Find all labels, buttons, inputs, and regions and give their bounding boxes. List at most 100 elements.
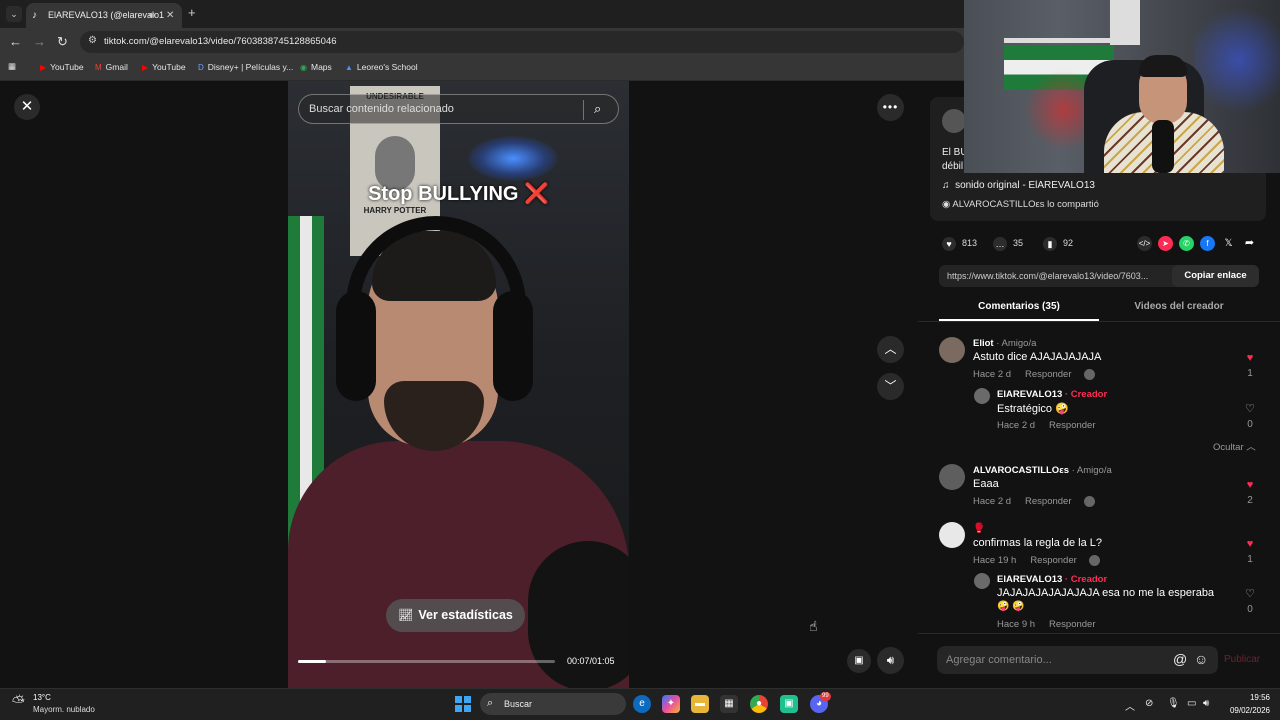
video-player[interactable]: UNDESIRABLE HARRY POTTER Stop BULLYING ❌ [288, 81, 629, 688]
chrome-icon[interactable]: ● [750, 695, 768, 713]
share-icon[interactable]: ➦ [1242, 236, 1257, 251]
speaker-icon[interactable]: 🔊︎ [149, 3, 155, 28]
reply-like-button[interactable]: ♡ 0 [1240, 588, 1260, 616]
copilot-icon[interactable]: ✦ [662, 695, 680, 713]
author-avatar[interactable] [942, 109, 966, 133]
youtube-icon: ▶ [40, 63, 47, 72]
reply-author[interactable]: ElAREVALO13 · Creador [997, 574, 1107, 585]
cam-blue-light [1194, 0, 1280, 120]
bookmark-gmail[interactable]: M Gmail [95, 62, 128, 72]
taskbar-search[interactable]: ⌕ Buscar [480, 693, 626, 715]
search-divider [583, 100, 584, 120]
emoji-icon[interactable]: ☺ [1194, 651, 1208, 667]
video-progress-bar[interactable] [298, 660, 555, 663]
reply-button[interactable]: Responder [1025, 369, 1071, 380]
save-button[interactable]: ▮ 92 [1043, 236, 1073, 251]
next-video-icon[interactable]: ﹀ [877, 373, 904, 400]
blue-lamp [468, 136, 558, 181]
more-options-icon[interactable]: ••• [877, 94, 904, 121]
reply-meta: Hace 9 h Responder [997, 619, 1096, 630]
clock-date[interactable]: 09/02/2026 [1224, 706, 1270, 715]
facebook-icon[interactable]: f [1200, 236, 1215, 251]
related-search-input[interactable]: Buscar contenido relacionado ⌕ [298, 94, 619, 124]
reply-author[interactable]: ElAREVALO13 · Creador [997, 389, 1107, 400]
tray-chevron-icon[interactable]: ︿ [1125, 698, 1135, 713]
tab-list-icon[interactable]: ⌄ [6, 6, 22, 22]
bookmark-disney[interactable]: D Disney+ | Películas y... [198, 62, 293, 72]
address-bar[interactable]: ⚙︎ tiktok.com/@elarevalo13/video/7603838… [80, 31, 964, 53]
bookmark-maps[interactable]: ◉ Maps [300, 62, 332, 72]
comment-author[interactable]: ALVAROCASTILLOεs · Amigo/a [973, 465, 1112, 476]
copy-link-button[interactable]: Copiar enlace [1172, 265, 1259, 287]
tray-network-off-icon[interactable]: ⊘ [1145, 698, 1153, 709]
reply-avatar[interactable] [974, 388, 990, 404]
edge-icon[interactable]: e [633, 695, 651, 713]
mention-icon[interactable]: @ [1173, 651, 1187, 667]
comment-button[interactable]: … 35 [993, 236, 1023, 251]
comment-like-button[interactable]: ♥ 1 [1240, 352, 1260, 380]
volume-icon[interactable]: 🔊︎ [877, 647, 904, 674]
pip-icon[interactable]: ▣ [847, 649, 871, 673]
reply-button[interactable]: Responder [1049, 420, 1095, 431]
weather-cloud-icon[interactable]: ⛅︎ [12, 694, 25, 712]
comment-author[interactable]: Eliot · Amigo/a [973, 338, 1036, 349]
forward-icon[interactable]: → [33, 35, 46, 49]
comment-icon: … [993, 236, 1007, 251]
headphone-right [493, 291, 533, 401]
view-stats-button[interactable]: 📈︎ Ver estadísticas [386, 599, 525, 632]
browser-tab-tiktok[interactable]: ♪ ElAREVALO13 (@elarevalo1 🔊︎ ✕ [26, 3, 182, 28]
commenter-avatar[interactable] [939, 464, 965, 490]
x-icon[interactable]: 𝕏 [1221, 236, 1236, 251]
file-explorer-icon[interactable]: ▬ [691, 695, 709, 713]
previous-video-icon[interactable]: ︿ [877, 336, 904, 363]
reload-icon[interactable]: ↻ [57, 35, 68, 49]
apps-icon[interactable]: ▦ [8, 61, 16, 72]
close-icon[interactable]: ✕ [14, 94, 40, 120]
close-tab-icon[interactable]: ✕ [166, 3, 174, 28]
music-label[interactable]: ♫ sonido original - ElAREVALO13 [942, 180, 1095, 191]
search-icon[interactable]: ⌕ [594, 101, 601, 117]
weather-desc: Mayorm. nublado [33, 705, 95, 714]
reply-button[interactable]: Responder [1049, 619, 1095, 630]
bookmark-youtube-1[interactable]: ▶ YouTube [40, 62, 84, 72]
windows-start-icon[interactable] [455, 696, 471, 712]
add-comment-input[interactable]: Agregar comentario... @ ☺ [937, 646, 1218, 674]
send-icon[interactable]: ➤ [1158, 236, 1173, 251]
reply-button[interactable]: Responder [1030, 555, 1076, 566]
comment-author[interactable]: 🥊 [973, 523, 985, 534]
whatsapp-icon[interactable]: ✆ [1179, 236, 1194, 251]
address-url: tiktok.com/@elarevalo13/video/7603838745… [104, 36, 337, 47]
bookmark-school[interactable]: ▲ Leoreo's School [345, 62, 418, 72]
commenter-avatar[interactable] [939, 522, 965, 548]
cam-person-hair [1139, 55, 1187, 77]
microphone-icon[interactable]: 🎙︎ [1167, 698, 1180, 709]
embed-icon[interactable]: </> [1137, 236, 1152, 251]
like-button[interactable]: ♥ 813 [942, 236, 977, 251]
app-icon[interactable]: ▣ [780, 695, 798, 713]
tab-comments[interactable]: Comentarios (35) [939, 301, 1099, 312]
reply-button[interactable]: Responder [1025, 496, 1071, 507]
bookmark-youtube-2[interactable]: ▶ YouTube [142, 62, 186, 72]
hide-replies-button[interactable]: Ocultar ︿ [1213, 439, 1256, 453]
search-icon: ⌕ [487, 697, 494, 709]
back-icon[interactable]: ← [9, 35, 22, 49]
bookmark-icon: ▮ [1043, 236, 1057, 251]
heart-outline-icon: ♡ [1245, 588, 1255, 600]
creator-liked-icon [1083, 369, 1095, 380]
site-info-icon[interactable]: ⚙︎ [88, 35, 97, 46]
publish-button[interactable]: Publicar [1224, 654, 1260, 665]
shared-by-label[interactable]: ◉ ALVAROCASTILLOεs lo compartió [942, 199, 1099, 210]
speaker-icon[interactable]: 🔊︎ [1203, 698, 1209, 709]
reply-text: Estratégico 🤪 [997, 403, 1069, 415]
comment-meta: Hace 2 d Responder [973, 496, 1095, 507]
comment-like-button[interactable]: ♥ 1 [1240, 538, 1260, 566]
tab-creator-videos[interactable]: Videos del creador [1099, 301, 1259, 312]
new-tab-icon[interactable]: + [188, 5, 196, 21]
comment-like-button[interactable]: ♥ 2 [1240, 479, 1260, 507]
store-icon[interactable]: ▦ [720, 695, 738, 713]
reply-like-button[interactable]: ♡ 0 [1240, 403, 1260, 431]
reply-avatar[interactable] [974, 573, 990, 589]
wifi-icon[interactable]: ▭ [1187, 698, 1196, 709]
clock-time[interactable]: 19:56 [1246, 693, 1270, 702]
commenter-avatar[interactable] [939, 337, 965, 363]
